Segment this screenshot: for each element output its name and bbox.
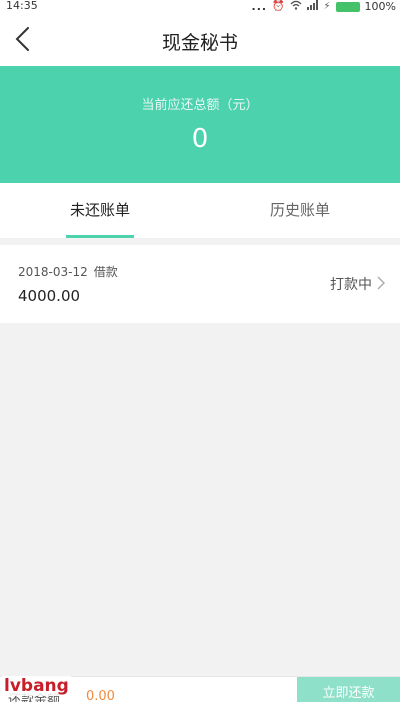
loan-type: 借款 xyxy=(93,265,118,279)
status-bar: 14:35 ... ⏰ ⚡ 100% xyxy=(0,0,400,14)
total-due-banner: 当前应还总额（元） 0 xyxy=(0,66,400,183)
loan-amount: 4000.00 xyxy=(18,287,81,305)
signal-icon xyxy=(306,0,319,14)
tab-unpaid[interactable]: 未还账单 xyxy=(0,183,200,238)
bill-tabs: 未还账单 历史账单 xyxy=(0,183,400,238)
wifi-icon xyxy=(290,0,302,14)
repay-now-button[interactable]: 立即还款 xyxy=(297,677,400,702)
tab-history[interactable]: 历史账单 xyxy=(200,183,400,238)
active-tab-indicator xyxy=(66,235,134,238)
loan-status: 打款中 xyxy=(330,277,372,293)
loan-meta: 2018-03-12 借款 xyxy=(18,263,118,280)
status-icons: ... ⏰ ⚡ 100% xyxy=(252,0,396,14)
alarm-icon: ⏰ xyxy=(272,1,285,12)
repayment-amount-value: 0.00 xyxy=(86,689,115,702)
nav-bar: 现金秘书 xyxy=(0,14,400,66)
status-time: 14:35 xyxy=(6,0,38,12)
page-title: 现金秘书 xyxy=(161,32,238,54)
loan-date: 2018-03-12 xyxy=(18,265,88,279)
battery-percent: 100% xyxy=(364,0,396,13)
notification-dots: ... xyxy=(251,0,268,13)
battery-icon xyxy=(335,2,360,12)
charging-icon: ⚡ xyxy=(323,1,331,12)
total-due-amount: 0 xyxy=(191,124,209,154)
chevron-right-icon xyxy=(377,276,385,290)
watermark-logo: lvbang xyxy=(2,676,71,696)
loan-list-item[interactable]: 2018-03-12 借款 4000.00 打款中 xyxy=(0,245,400,323)
total-due-label: 当前应还总额（元） xyxy=(141,98,259,113)
